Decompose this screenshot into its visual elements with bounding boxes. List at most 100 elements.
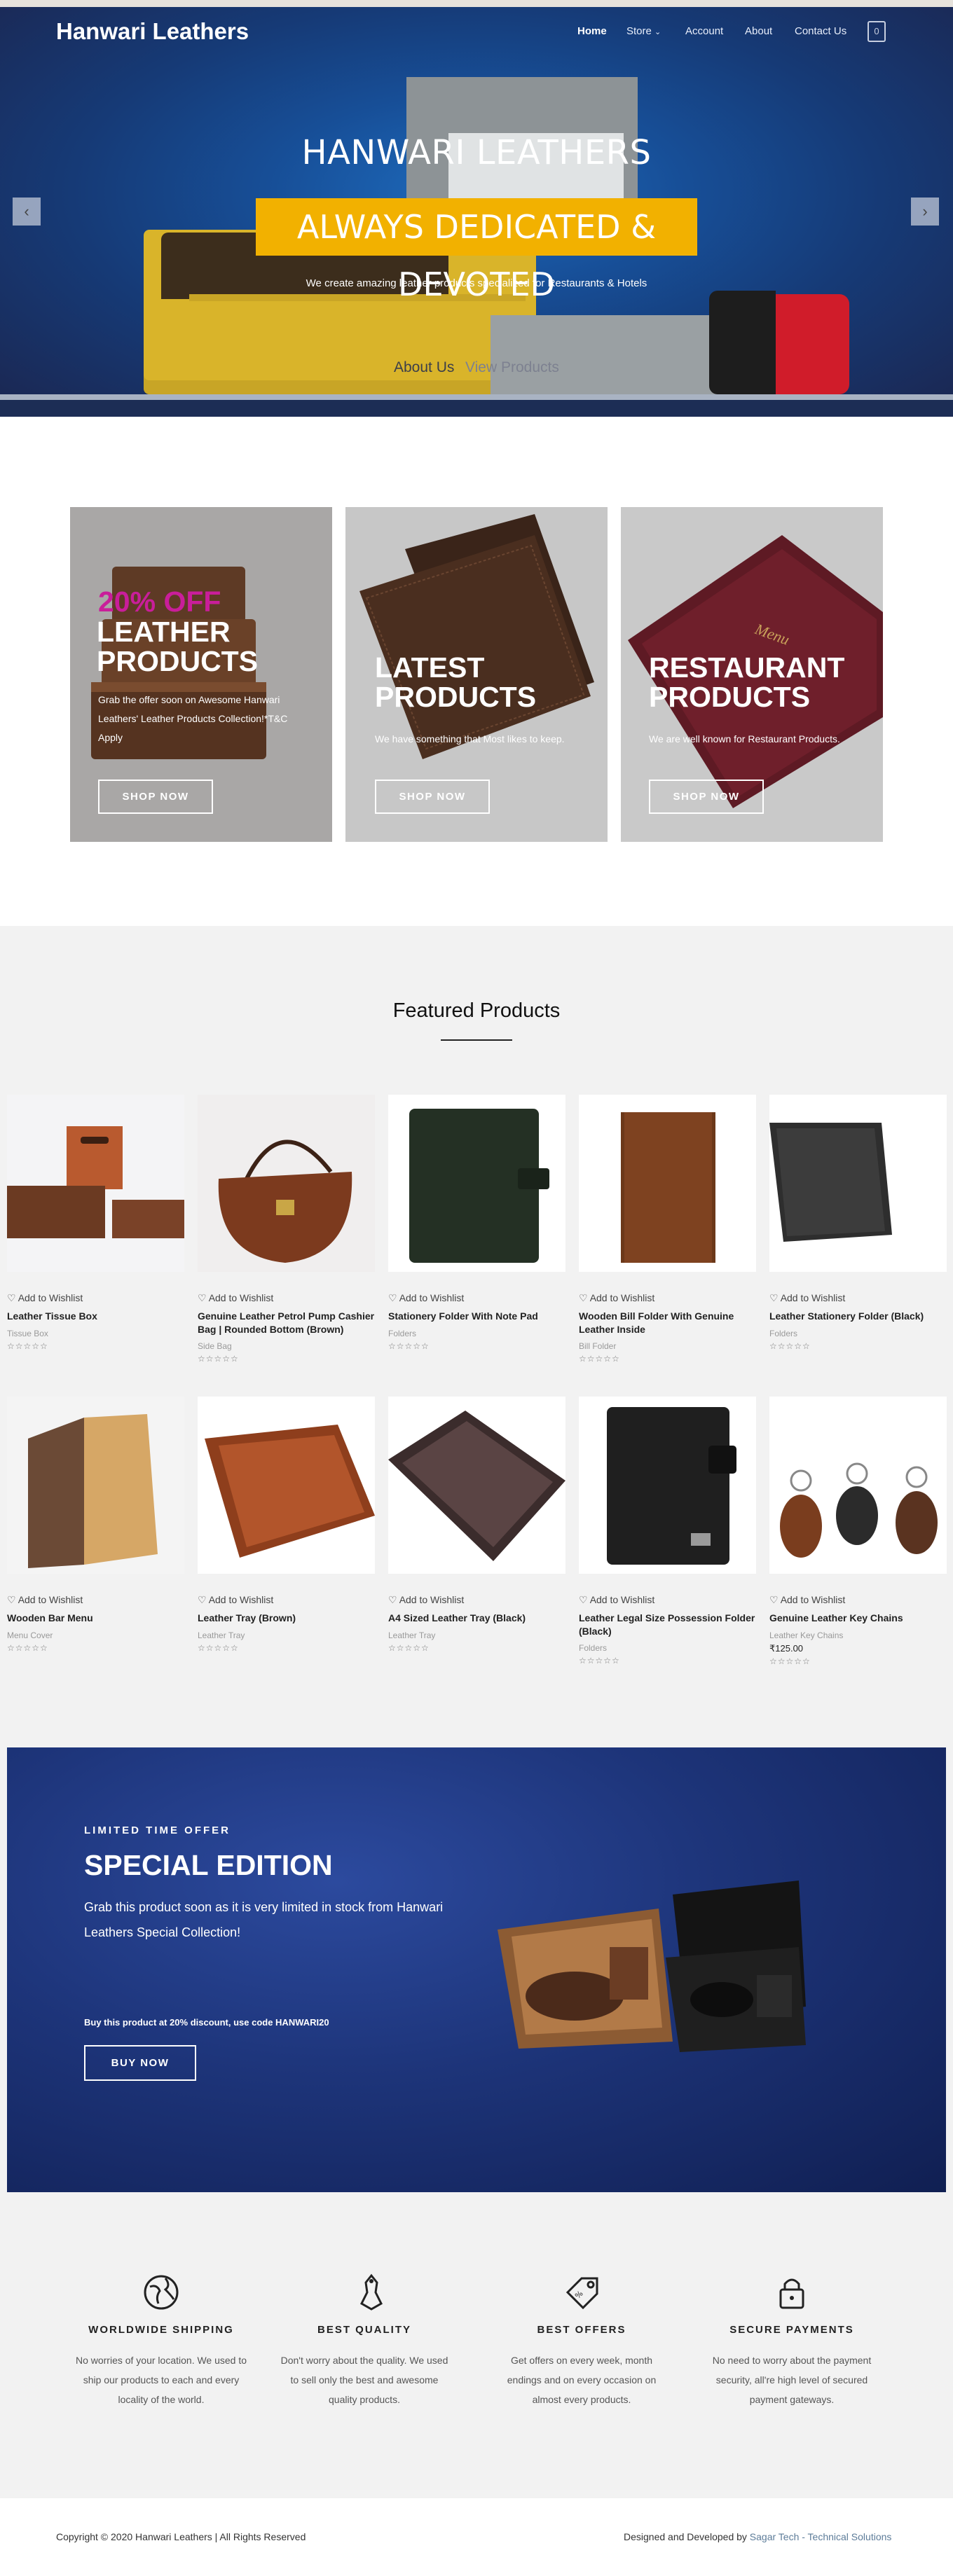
shop-now-button[interactable]: SHOP NOW (649, 780, 764, 814)
wishlist-label: Add to Wishlist (399, 1594, 465, 1605)
slider-prev-arrow-icon[interactable]: ‹ (13, 198, 41, 226)
feature-text: Get offers on every week, month endings … (487, 2350, 676, 2409)
legal-folder-image (607, 1407, 736, 1565)
promo-card-latest[interactable]: LATEST PRODUCTS We have something that M… (345, 507, 608, 842)
add-to-wishlist-button[interactable]: ♡ Add to Wishlist (579, 1292, 654, 1304)
cashier-bag-image (218, 1140, 352, 1263)
product-category[interactable]: Leather Key Chains (769, 1630, 843, 1640)
product-name[interactable]: Leather Tray (Brown) (198, 1612, 381, 1625)
product-name[interactable]: Leather Stationery Folder (Black) (769, 1310, 953, 1323)
promo-title-line: PRODUCTS (375, 681, 537, 713)
product-image[interactable] (579, 1397, 756, 1574)
shop-now-button[interactable]: SHOP NOW (375, 780, 490, 814)
hero-about-button[interactable]: About Us (394, 359, 454, 376)
promo-text-line: Apply (98, 732, 123, 743)
wishlist-label: Add to Wishlist (208, 1292, 274, 1303)
product-category[interactable]: Leather Tray (388, 1630, 435, 1640)
feature-text-line: to sell only the best and awesome (290, 2374, 439, 2385)
heart-icon: ♡ (198, 1292, 207, 1303)
heart-icon: ♡ (579, 1292, 588, 1303)
site-logo[interactable]: Hanwari Leathers (56, 18, 249, 45)
feature-text-line: locality of the world. (118, 2394, 205, 2405)
feature-text-line: No worries of your location. We used to (75, 2355, 247, 2366)
product-image[interactable] (579, 1095, 756, 1272)
add-to-wishlist-button[interactable]: ♡ Add to Wishlist (579, 1594, 654, 1606)
product-name[interactable]: A4 Sized Leather Tray (Black) (388, 1612, 572, 1625)
product-name[interactable]: Leather Tissue Box (7, 1310, 191, 1323)
product-image[interactable] (769, 1095, 947, 1272)
add-to-wishlist-button[interactable]: ♡ Add to Wishlist (198, 1594, 273, 1606)
product-name-line: Leather Tray (Brown) (198, 1612, 296, 1623)
heart-icon: ♡ (198, 1594, 207, 1605)
hero-view-products-button[interactable]: View Products (465, 359, 559, 376)
product-name[interactable]: Leather Legal Size Possession Folder (Bla… (579, 1612, 762, 1638)
nav-store[interactable]: Store ⌄ (626, 25, 661, 37)
product-name-line: Leather Stationery Folder (Black) (769, 1310, 924, 1322)
product-name[interactable]: Wooden Bar Menu (7, 1612, 191, 1625)
wishlist-label: Add to Wishlist (780, 1594, 846, 1605)
special-kicker: LIMITED TIME OFFER (84, 1824, 231, 1836)
feature-title: WORLDWIDE SHIPPING (88, 2324, 234, 2336)
product-name-line: Leather Legal Size Possession Folder (579, 1612, 755, 1623)
nav-home[interactable]: Home (577, 25, 607, 37)
footer-credits-link[interactable]: Sagar Tech - Technical Solutions (750, 2531, 892, 2542)
hero-base (0, 400, 953, 417)
leather-tray-black-image (388, 1411, 565, 1561)
product-image[interactable] (198, 1397, 375, 1574)
product-image[interactable] (198, 1095, 375, 1272)
lock-icon (779, 2278, 804, 2309)
add-to-wishlist-button[interactable]: ♡ Add to Wishlist (388, 1292, 464, 1304)
product-image[interactable] (7, 1397, 184, 1574)
wishlist-label: Add to Wishlist (18, 1292, 83, 1303)
promo-text: Grab the offer soon on Awesome Hanwari L… (98, 691, 287, 747)
add-to-wishlist-button[interactable]: ♡ Add to Wishlist (198, 1292, 273, 1304)
product-category[interactable]: Folders (388, 1329, 416, 1338)
special-text-line: Grab this product soon as it is very lim… (84, 1900, 444, 1914)
feature-text-line: payment gateways. (749, 2394, 835, 2405)
product-name-line: Bag | Rounded Bottom (Brown) (198, 1324, 344, 1335)
rating-stars-icon: ☆☆☆☆☆ (7, 1643, 48, 1653)
nav-account[interactable]: Account (685, 25, 723, 37)
wishlist-label: Add to Wishlist (18, 1594, 83, 1605)
rating-stars-icon: ☆☆☆☆☆ (198, 1354, 239, 1364)
nav-about[interactable]: About (745, 25, 772, 37)
special-edition-banner (7, 1747, 946, 2192)
product-name[interactable]: Wooden Bill Folder With Genuine Leather I… (579, 1310, 762, 1336)
nav-contact[interactable]: Contact Us (795, 25, 846, 37)
product-category[interactable]: Menu Cover (7, 1630, 53, 1640)
product-name[interactable]: Genuine Leather Key Chains (769, 1612, 953, 1625)
product-image[interactable] (388, 1397, 565, 1574)
product-category[interactable]: Side Bag (198, 1341, 232, 1351)
add-to-wishlist-button[interactable]: ♡ Add to Wishlist (7, 1292, 83, 1304)
slider-next-arrow-icon[interactable]: › (911, 198, 939, 226)
product-name[interactable]: Genuine Leather Petrol Pump Cashier Bag |… (198, 1310, 381, 1336)
special-discount-code: Buy this product at 20% discount, use co… (84, 2017, 329, 2028)
globe-icon (144, 2275, 179, 2310)
cart-icon[interactable]: 0 (868, 21, 886, 42)
product-category[interactable]: Bill Folder (579, 1341, 616, 1351)
product-name[interactable]: Stationery Folder With Note Pad (388, 1310, 572, 1323)
product-category[interactable]: Tissue Box (7, 1329, 48, 1338)
shop-now-button[interactable]: SHOP NOW (98, 780, 213, 814)
promo-card-leather[interactable]: 20% OFF LEATHER PRODUCTS Grab the offer … (70, 507, 332, 842)
product-category[interactable]: Folders (769, 1329, 797, 1338)
add-to-wishlist-button[interactable]: ♡ Add to Wishlist (769, 1594, 845, 1606)
add-to-wishlist-button[interactable]: ♡ Add to Wishlist (769, 1292, 845, 1304)
product-image[interactable] (769, 1397, 947, 1574)
feature-text-line: Get offers on every week, month (510, 2355, 653, 2366)
rating-stars-icon: ☆☆☆☆☆ (769, 1656, 811, 1666)
promo-title-line: RESTAURANT (649, 651, 845, 684)
add-to-wishlist-button[interactable]: ♡ Add to Wishlist (7, 1594, 83, 1606)
promo-title-line: LEATHER (97, 616, 231, 648)
add-to-wishlist-button[interactable]: ♡ Add to Wishlist (388, 1594, 464, 1606)
product-name-line: (Black) (579, 1626, 612, 1637)
product-image[interactable] (7, 1095, 184, 1272)
feature-text-line: ship our products to each and every (83, 2374, 240, 2385)
promo-card-restaurant[interactable]: Menu RESTAURANT PRODUCTS We are well kno… (621, 507, 883, 842)
product-category[interactable]: Leather Tray (198, 1630, 245, 1640)
product-category[interactable]: Folders (579, 1643, 607, 1653)
product-image[interactable] (388, 1095, 565, 1272)
buy-now-button[interactable]: BUY NOW (84, 2045, 196, 2081)
feature-title: BEST OFFERS (537, 2324, 626, 2336)
belt-wallet-gift-image (498, 1881, 806, 2052)
